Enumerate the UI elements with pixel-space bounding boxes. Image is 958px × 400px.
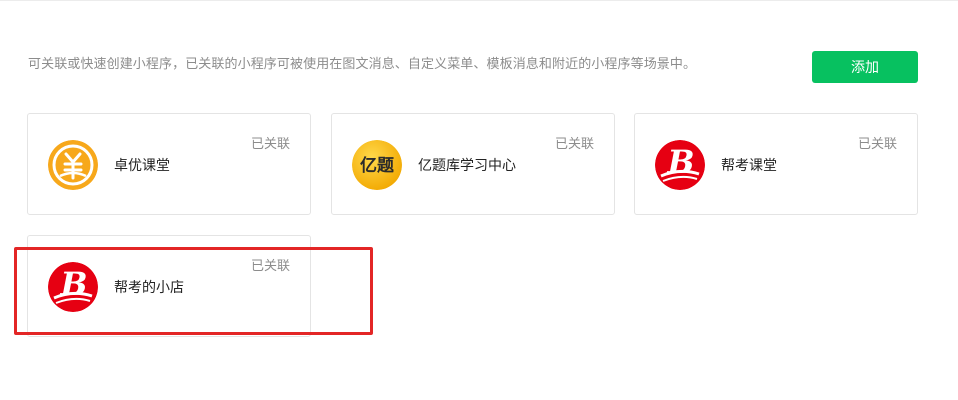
linked-status: 已关联 [250,259,290,274]
mini-program-name: 帮考的小店 [114,280,184,296]
mini-program-card[interactable]: 已关联 卓优课堂 [27,113,311,215]
mini-program-card[interactable]: 已关联 B 帮考的小店 [27,235,311,337]
mini-program-card[interactable]: 已关联 B 帮考课堂 [634,113,918,215]
mini-program-name: 亿题库学习中心 [418,158,516,174]
svg-text:B: B [666,143,694,181]
add-button[interactable]: 添加 [812,51,918,83]
svg-text:B: B [59,265,87,303]
yiti-logo-icon: 亿题 [352,140,402,190]
intro-text: 可关联或快速创建小程序，已关联的小程序可被使用在图文消息、自定义菜单、模板消息和… [28,57,697,72]
bangkao-logo-icon: B [48,262,98,312]
mini-program-name: 帮考课堂 [721,158,777,174]
yiti-logo-text: 亿题 [360,155,395,176]
mini-program-card[interactable]: 已关联 亿题 亿题库学习中心 [331,113,615,215]
bangkao-logo-icon: B [655,140,705,190]
linked-status: 已关联 [250,137,290,152]
zhuoyou-logo-icon [48,140,98,190]
top-divider [0,0,958,1]
linked-status: 已关联 [554,137,594,152]
linked-status: 已关联 [857,137,897,152]
mini-program-name: 卓优课堂 [114,158,170,174]
